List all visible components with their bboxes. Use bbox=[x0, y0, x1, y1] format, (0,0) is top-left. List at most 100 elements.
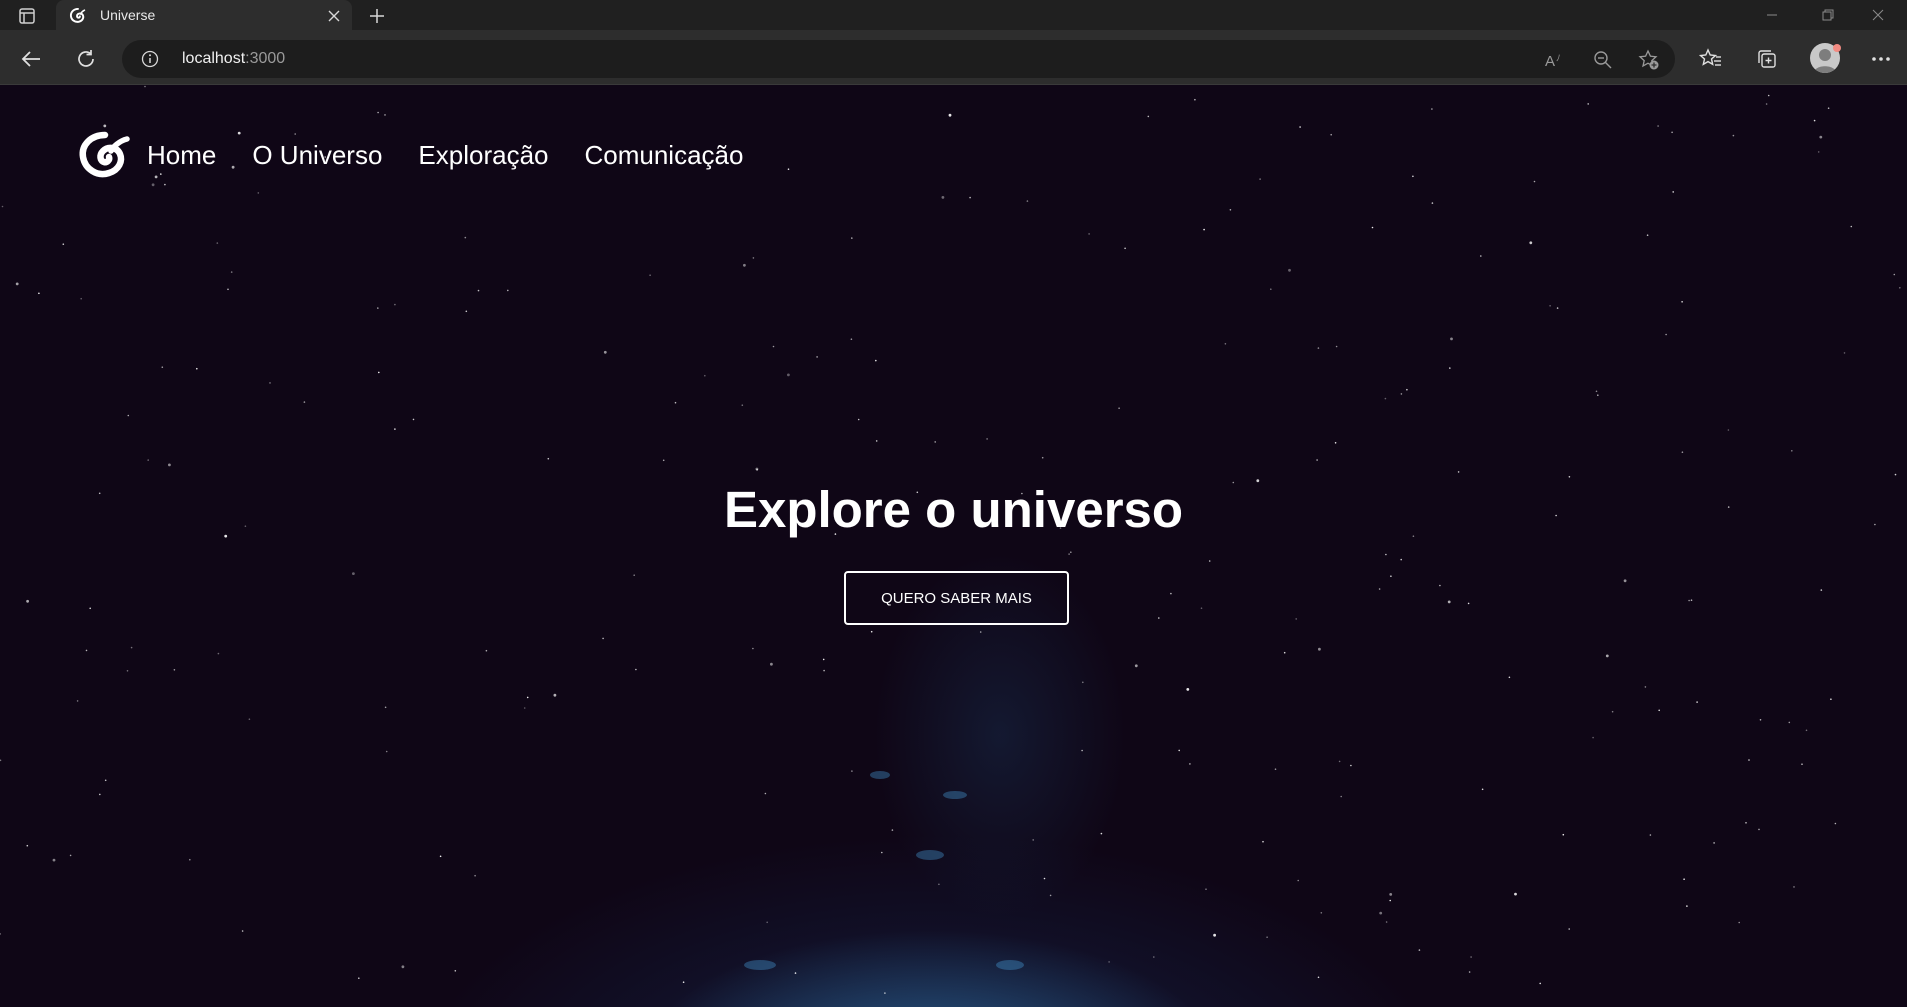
collections-icon[interactable] bbox=[1750, 42, 1784, 76]
zoom-out-icon[interactable] bbox=[1590, 47, 1616, 73]
close-icon[interactable] bbox=[324, 6, 344, 26]
star bbox=[1713, 842, 1715, 844]
star bbox=[1320, 912, 1323, 914]
tab-actions-icon[interactable] bbox=[8, 3, 46, 29]
nebula-glow bbox=[996, 960, 1024, 970]
info-icon[interactable] bbox=[140, 49, 160, 69]
star bbox=[384, 706, 387, 709]
learn-more-button[interactable]: QUERO SABER MAIS bbox=[844, 571, 1069, 625]
nebula-glow bbox=[916, 850, 944, 860]
star bbox=[52, 858, 56, 862]
star bbox=[1378, 588, 1381, 590]
restore-icon[interactable] bbox=[1800, 0, 1856, 30]
star bbox=[1850, 225, 1853, 228]
star bbox=[553, 693, 557, 697]
star bbox=[1385, 921, 1388, 923]
star bbox=[1400, 393, 1403, 395]
star bbox=[1470, 956, 1472, 958]
star bbox=[173, 669, 176, 671]
star bbox=[507, 289, 509, 292]
star bbox=[1283, 651, 1286, 654]
star bbox=[1830, 698, 1832, 700]
minimize-icon[interactable] bbox=[1744, 0, 1800, 30]
star bbox=[230, 271, 233, 273]
star bbox=[682, 981, 685, 983]
swirl-logo-icon[interactable] bbox=[75, 127, 131, 183]
star bbox=[850, 338, 853, 340]
star bbox=[1224, 343, 1227, 345]
star bbox=[1447, 600, 1451, 604]
star bbox=[875, 359, 877, 362]
star bbox=[269, 382, 271, 384]
star bbox=[1418, 949, 1421, 951]
star bbox=[1318, 647, 1321, 651]
star bbox=[787, 168, 790, 170]
back-arrow-icon[interactable] bbox=[14, 42, 48, 76]
star bbox=[1, 205, 4, 208]
star bbox=[1568, 476, 1571, 478]
star bbox=[1595, 390, 1598, 393]
star bbox=[1406, 388, 1408, 391]
star bbox=[1549, 305, 1551, 307]
star bbox=[62, 243, 65, 245]
url-text[interactable]: localhost:3000 bbox=[182, 50, 285, 68]
star bbox=[1334, 442, 1337, 444]
star bbox=[1813, 119, 1816, 122]
star bbox=[1274, 768, 1277, 770]
star bbox=[1213, 933, 1216, 937]
nav-link-o-universo[interactable]: O Universo bbox=[252, 140, 382, 171]
plus-icon[interactable] bbox=[364, 3, 390, 29]
star bbox=[1793, 886, 1795, 888]
star bbox=[649, 274, 651, 276]
star bbox=[934, 441, 936, 443]
star bbox=[1266, 936, 1268, 938]
favorites-icon[interactable] bbox=[1694, 42, 1728, 76]
star bbox=[1658, 709, 1660, 712]
star bbox=[851, 770, 853, 772]
star bbox=[196, 367, 198, 370]
tab-title: Universe bbox=[100, 7, 156, 23]
star bbox=[1623, 579, 1627, 583]
star bbox=[1683, 878, 1685, 880]
star bbox=[144, 85, 146, 88]
star bbox=[1834, 822, 1837, 825]
close-window-icon[interactable] bbox=[1850, 0, 1906, 30]
nav-link-home[interactable]: Home bbox=[147, 140, 216, 171]
star bbox=[884, 992, 886, 994]
star bbox=[1385, 553, 1387, 556]
nav-link-exploracao[interactable]: Exploração bbox=[418, 140, 548, 171]
more-icon[interactable] bbox=[1864, 42, 1898, 76]
refresh-icon[interactable] bbox=[69, 42, 103, 76]
read-aloud-icon[interactable]: Aﾉ bbox=[1542, 47, 1568, 73]
star bbox=[1893, 273, 1896, 276]
star bbox=[1587, 103, 1589, 105]
star bbox=[764, 792, 767, 795]
star bbox=[1194, 98, 1196, 101]
star bbox=[1508, 676, 1511, 679]
star bbox=[1340, 795, 1342, 798]
star bbox=[1562, 833, 1565, 836]
star bbox=[1400, 558, 1402, 561]
star bbox=[523, 707, 526, 709]
star bbox=[377, 307, 379, 309]
star bbox=[1259, 178, 1261, 180]
star bbox=[1533, 180, 1536, 183]
star bbox=[526, 696, 529, 699]
star bbox=[1189, 763, 1191, 765]
add-favorite-icon[interactable] bbox=[1636, 47, 1662, 73]
star bbox=[465, 310, 468, 313]
star bbox=[1568, 928, 1570, 930]
star bbox=[857, 418, 860, 421]
nav-link-comunicacao[interactable]: Comunicação bbox=[584, 140, 743, 171]
browser-tab[interactable]: Universe bbox=[56, 0, 352, 32]
star bbox=[257, 192, 260, 194]
star bbox=[1748, 759, 1750, 761]
url-host: localhost bbox=[182, 50, 246, 67]
star bbox=[1049, 894, 1052, 897]
star bbox=[1605, 654, 1609, 658]
address-bar[interactable]: localhost:3000 Aﾉ bbox=[122, 40, 1675, 78]
star bbox=[752, 257, 755, 259]
star bbox=[816, 356, 818, 358]
star bbox=[1681, 451, 1684, 454]
star bbox=[1088, 233, 1090, 235]
